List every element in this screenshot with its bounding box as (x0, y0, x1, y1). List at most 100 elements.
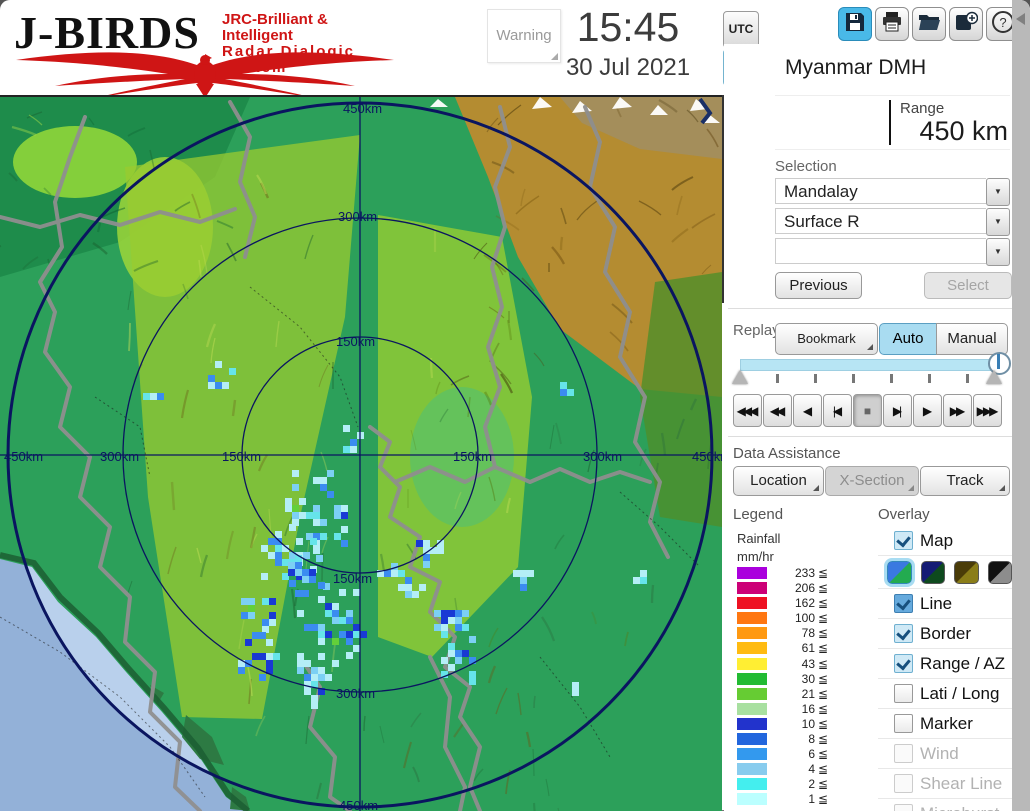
map-style-swatch-2[interactable] (920, 560, 945, 584)
export-image-button[interactable] (949, 7, 983, 41)
extra-dropdown-arrow-icon[interactable]: ▼ (986, 238, 1010, 266)
ring-label: 150km (333, 571, 372, 586)
logo-subtitle-line1: JRC-Brilliant & Intelligent (222, 11, 328, 44)
checkbox[interactable] (894, 714, 913, 733)
checkbox[interactable] (894, 774, 913, 793)
open-folder-button[interactable] (912, 7, 946, 41)
fast-forward-button[interactable]: ▶▶ (943, 394, 972, 427)
product-dropdown[interactable]: Surface R (775, 208, 986, 234)
overlay-item-label: Wind (920, 743, 959, 763)
fast-rewind-button[interactable]: ◀◀ (763, 394, 792, 427)
legend-value: 6 (808, 747, 815, 762)
product-dropdown-arrow-icon[interactable]: ▼ (986, 208, 1010, 236)
overlay-list: Map Line Border Range / AZ Lati / Long Marker… (878, 526, 1012, 811)
legend-leq-symbol: ≦ (818, 716, 829, 731)
site-dropdown-arrow-icon[interactable]: ▼ (986, 178, 1010, 206)
overlay-item-map[interactable]: Map (878, 526, 1012, 556)
ring-label: 150km (453, 449, 492, 464)
jump-start-button[interactable]: ◀◀◀ (733, 394, 762, 427)
x-section-button[interactable]: X-Section (825, 466, 919, 496)
warning-button[interactable]: Warning (487, 9, 561, 63)
x-section-corner-triangle (908, 485, 914, 491)
map-style-swatch-4[interactable] (987, 560, 1012, 584)
range-label: Range (900, 100, 945, 117)
legend-swatch (737, 793, 767, 806)
utc-button[interactable]: UTC (723, 11, 759, 48)
replay-auto-button[interactable]: Auto (879, 323, 937, 355)
legend-swatch (737, 582, 767, 595)
range-box: Range 450 km (775, 95, 1010, 150)
selection-label: Selection (775, 158, 837, 175)
checkbox[interactable] (894, 684, 913, 703)
radar-map[interactable]: 450km 300km 150km 150km 300km 450km 450km 300km… (0, 95, 722, 811)
checkbox[interactable] (894, 654, 913, 673)
overlay-item-range-az[interactable]: Range / AZ (878, 649, 1012, 679)
play-reverse-button[interactable]: ◀ (793, 394, 822, 427)
track-corner-triangle (999, 485, 1005, 491)
bookmark-button[interactable]: Bookmark (775, 323, 878, 355)
track-button[interactable]: Track (920, 466, 1010, 496)
overlay-item-label: Map (920, 530, 954, 550)
legend-swatch (737, 627, 767, 640)
checkbox[interactable] (894, 531, 913, 550)
checkbox[interactable] (894, 744, 913, 763)
stop-button[interactable]: ■ (853, 394, 882, 427)
step-forward-button[interactable]: ▶| (883, 394, 912, 427)
jump-end-button[interactable]: ▶▶▶ (973, 394, 1002, 427)
print-icon (880, 10, 904, 39)
legend-swatch (737, 748, 767, 761)
legend-leq-symbol: ≦ (818, 581, 829, 596)
play-button[interactable]: ▶ (913, 394, 942, 427)
overlay-item-lati-long[interactable]: Lati / Long (878, 679, 1012, 709)
print-button[interactable] (875, 7, 909, 41)
extra-dropdown[interactable] (775, 238, 986, 264)
collapse-arrow-icon (1016, 13, 1025, 25)
overlay-item-wind[interactable]: Wind (878, 739, 1012, 769)
legend-swatch (737, 778, 767, 791)
replay-slider-end-marker[interactable] (986, 370, 1002, 384)
legend-swatch (737, 642, 767, 655)
overlay-item-marker[interactable]: Marker (878, 709, 1012, 739)
replay-slider-track[interactable] (740, 359, 1004, 371)
map-style-swatch-1[interactable] (884, 557, 915, 587)
replay-label: Replay (733, 322, 780, 339)
playback-controls: ◀◀◀ ◀◀ ◀ |◀ ■ ▶| ▶ ▶▶ ▶▶▶ (733, 394, 1002, 427)
legend-swatch (737, 567, 767, 579)
overlay-item-label: Lati / Long (920, 683, 1000, 703)
overlay-item-microburst[interactable]: Microburst (878, 799, 1012, 811)
legend-value: 4 (808, 762, 815, 777)
range-divider (889, 100, 891, 145)
legend-label: Legend (733, 506, 784, 523)
overlay-item-label: Shear Line (920, 773, 1003, 793)
panel-collapse-strip[interactable] (1012, 0, 1030, 811)
overlay-item-shear-line[interactable]: Shear Line (878, 769, 1012, 799)
map-style-swatch-3[interactable] (954, 560, 979, 584)
checkbox[interactable] (894, 594, 913, 613)
replay-slider-start-marker[interactable] (732, 370, 748, 384)
location-button[interactable]: Location (733, 466, 824, 496)
previous-button[interactable]: Previous (775, 272, 862, 299)
replay-tick (890, 374, 893, 383)
overlay-item-border[interactable]: Border (878, 619, 1012, 649)
legend-value: 233 (794, 566, 815, 580)
checkbox[interactable] (894, 804, 913, 811)
legend-swatch (737, 702, 767, 715)
overlay-item-line[interactable]: Line (878, 589, 1012, 619)
save-button[interactable] (838, 7, 872, 41)
legend-leq-symbol: ≦ (818, 626, 829, 641)
ring-label: 300km (583, 449, 622, 464)
checkbox[interactable] (894, 624, 913, 643)
separator (728, 436, 1012, 437)
legend-title-line1: Rainfall (737, 531, 781, 546)
legend-leq-symbol: ≦ (818, 777, 829, 792)
legend-value: 16 (801, 701, 815, 716)
step-back-button[interactable]: |◀ (823, 394, 852, 427)
bookmark-label: Bookmark (797, 331, 856, 346)
select-button[interactable]: Select (924, 272, 1012, 299)
legend-value: 100 (794, 611, 815, 626)
clock-date: 30 Jul 2021 (565, 54, 691, 81)
ring-label: 300km (338, 209, 377, 224)
replay-manual-button[interactable]: Manual (936, 323, 1008, 355)
site-dropdown[interactable]: Mandalay (775, 178, 986, 204)
x-section-label: X-Section (839, 472, 905, 489)
